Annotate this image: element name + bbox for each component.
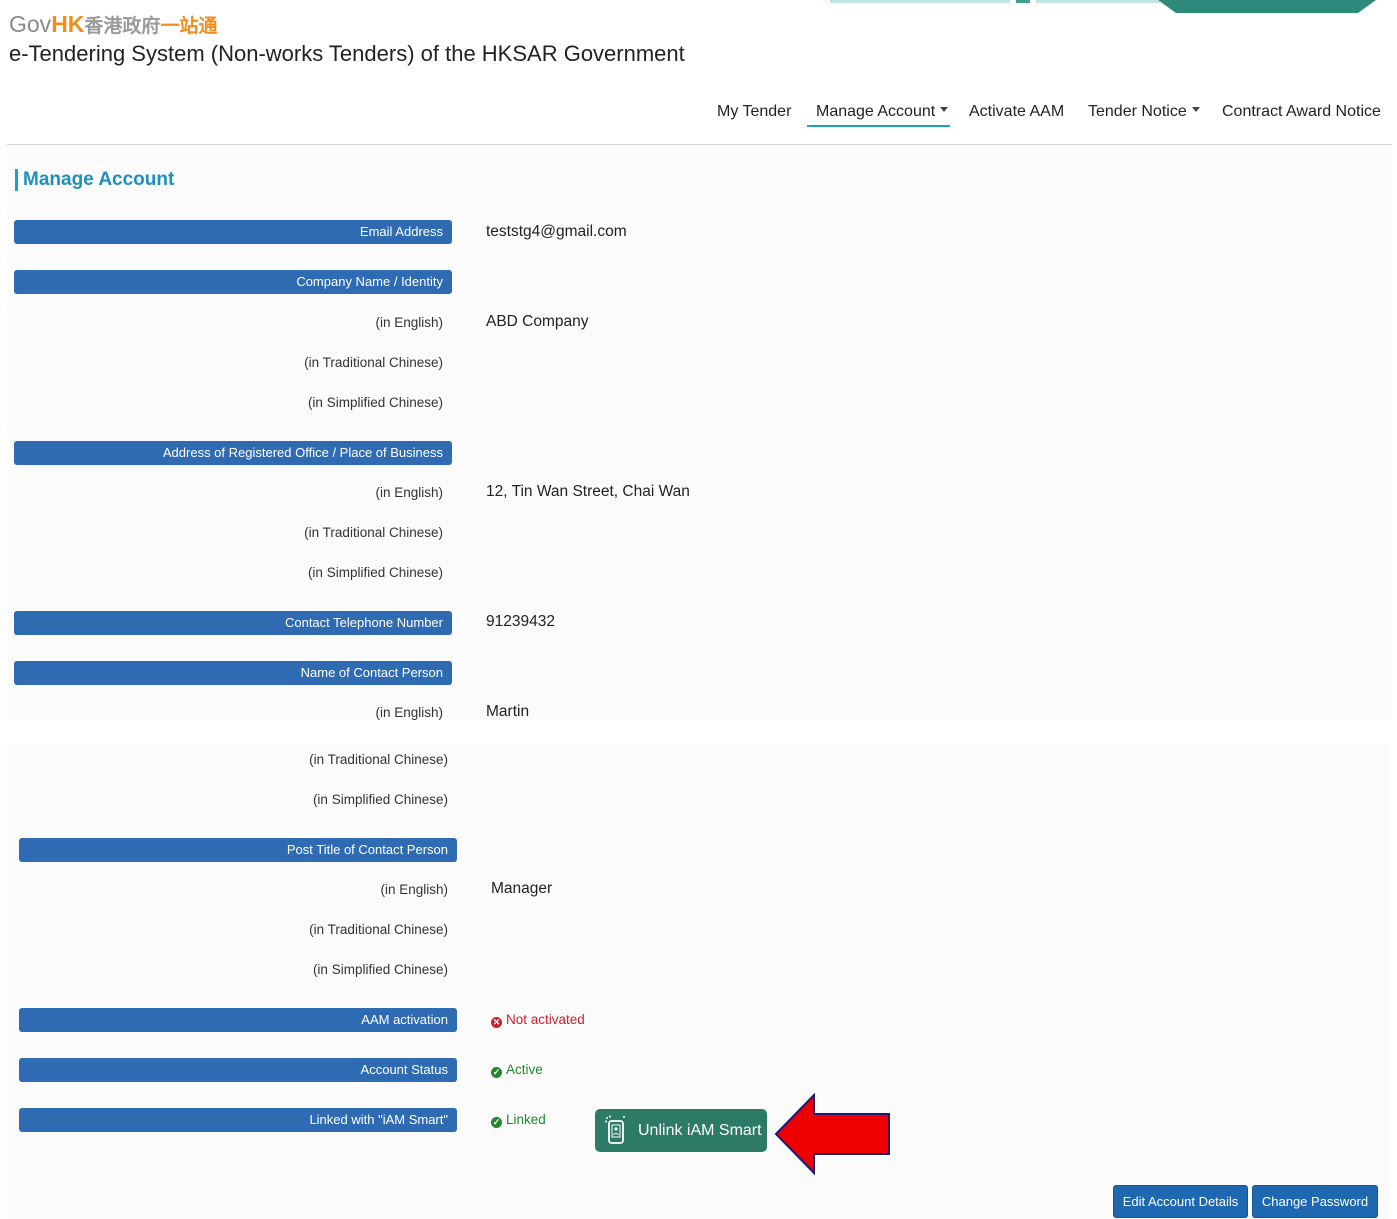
company-en-label: (in English) (375, 315, 443, 330)
logo-chinese-highlight: 一站通 (160, 15, 218, 37)
nav-my-tender[interactable]: My Tender (717, 103, 791, 121)
email-label: Email Address (14, 220, 452, 244)
logo-hk-text: HK (51, 11, 85, 37)
header-decor-bar (830, 0, 1010, 3)
check-circle-icon: ✓ (491, 1117, 502, 1128)
contact-person-en-value: Martin (486, 703, 530, 720)
contact-person-en-label: (in English) (375, 705, 443, 720)
address-label: Address of Registered Office / Place of … (14, 441, 452, 465)
header-decor-tab (1158, 0, 1376, 13)
post-title-tc-label: (in Traditional Chinese) (309, 922, 448, 937)
company-tc-label: (in Traditional Chinese) (304, 355, 443, 370)
nav-manage-account[interactable]: Manage Account (816, 103, 949, 121)
caret-down-icon (940, 107, 949, 112)
nav-label: Contract Award Notice (1222, 103, 1381, 120)
nav-label: Activate AAM (969, 103, 1065, 120)
nav-label: My Tender (717, 103, 792, 120)
iam-smart-label: Linked with "iAM Smart" (19, 1108, 457, 1132)
post-title-label: Post Title of Contact Person (19, 838, 457, 862)
address-en-value: 12, Tin Wan Street, Chai Wan (486, 483, 690, 500)
x-circle-icon: ✕ (491, 1017, 502, 1028)
company-name-label: Company Name / Identity (14, 270, 452, 294)
caret-down-icon (1191, 107, 1200, 112)
nav-contract-award-notice[interactable]: Contract Award Notice (1222, 103, 1381, 121)
check-circle-icon: ✓ (491, 1067, 502, 1078)
unlink-iam-smart-label: Unlink iAM Smart (638, 1122, 762, 1139)
telephone-label: Contact Telephone Number (14, 611, 452, 635)
unlink-iam-smart-button[interactable]: Unlink iAM Smart (595, 1109, 767, 1152)
telephone-value: 91239432 (486, 613, 555, 630)
iam-smart-status: ✓ Linked (491, 1112, 546, 1128)
aam-status-text: Not activated (506, 1012, 585, 1027)
iam-smart-icon (605, 1115, 625, 1144)
red-arrow-pointer (774, 1093, 890, 1175)
header-decor-bar (1036, 0, 1160, 3)
logo-chinese-text: 香港政府 (84, 15, 161, 37)
contact-person-tc-label: (in Traditional Chinese) (309, 752, 448, 767)
post-title-en-value: Manager (491, 880, 553, 897)
account-status: ✓ Active (491, 1062, 543, 1078)
aam-activation-label: AAM activation (19, 1008, 457, 1032)
company-en-value: ABD Company (486, 313, 589, 330)
contact-person-label: Name of Contact Person (14, 661, 452, 685)
iam-smart-status-text: Linked (506, 1112, 546, 1127)
email-value: teststg4@gmail.com (486, 223, 627, 240)
address-en-label: (in English) (375, 485, 443, 500)
post-title-en-label: (in English) (380, 882, 448, 897)
nav-divider (7, 144, 1392, 145)
nav-active-indicator (807, 125, 950, 127)
contact-person-sc-label: (in Simplified Chinese) (312, 792, 448, 807)
logo-gov-text: Gov (9, 11, 52, 37)
nav-activate-aam[interactable]: Activate AAM (969, 103, 1064, 121)
nav-label: Tender Notice (1088, 103, 1187, 120)
page-title: Manage Account (15, 169, 174, 191)
address-sc-label: (in Simplified Chinese) (307, 565, 443, 580)
change-password-button[interactable]: Change Password (1252, 1185, 1378, 1218)
govhk-logo[interactable]: GovHK香港政府一站通 (9, 10, 217, 40)
account-status-label: Account Status (19, 1058, 457, 1082)
company-sc-label: (in Simplified Chinese) (307, 395, 443, 410)
account-status-text: Active (506, 1062, 543, 1077)
edit-account-details-button[interactable]: Edit Account Details (1113, 1185, 1248, 1218)
header-decor-bar (1016, 0, 1030, 3)
aam-status: ✕ Not activated (491, 1012, 585, 1028)
post-title-sc-label: (in Simplified Chinese) (312, 962, 448, 977)
system-title: e-Tendering System (Non-works Tenders) o… (9, 41, 685, 66)
nav-label: Manage Account (816, 103, 936, 120)
nav-tender-notice[interactable]: Tender Notice (1088, 103, 1200, 121)
address-tc-label: (in Traditional Chinese) (304, 525, 443, 540)
